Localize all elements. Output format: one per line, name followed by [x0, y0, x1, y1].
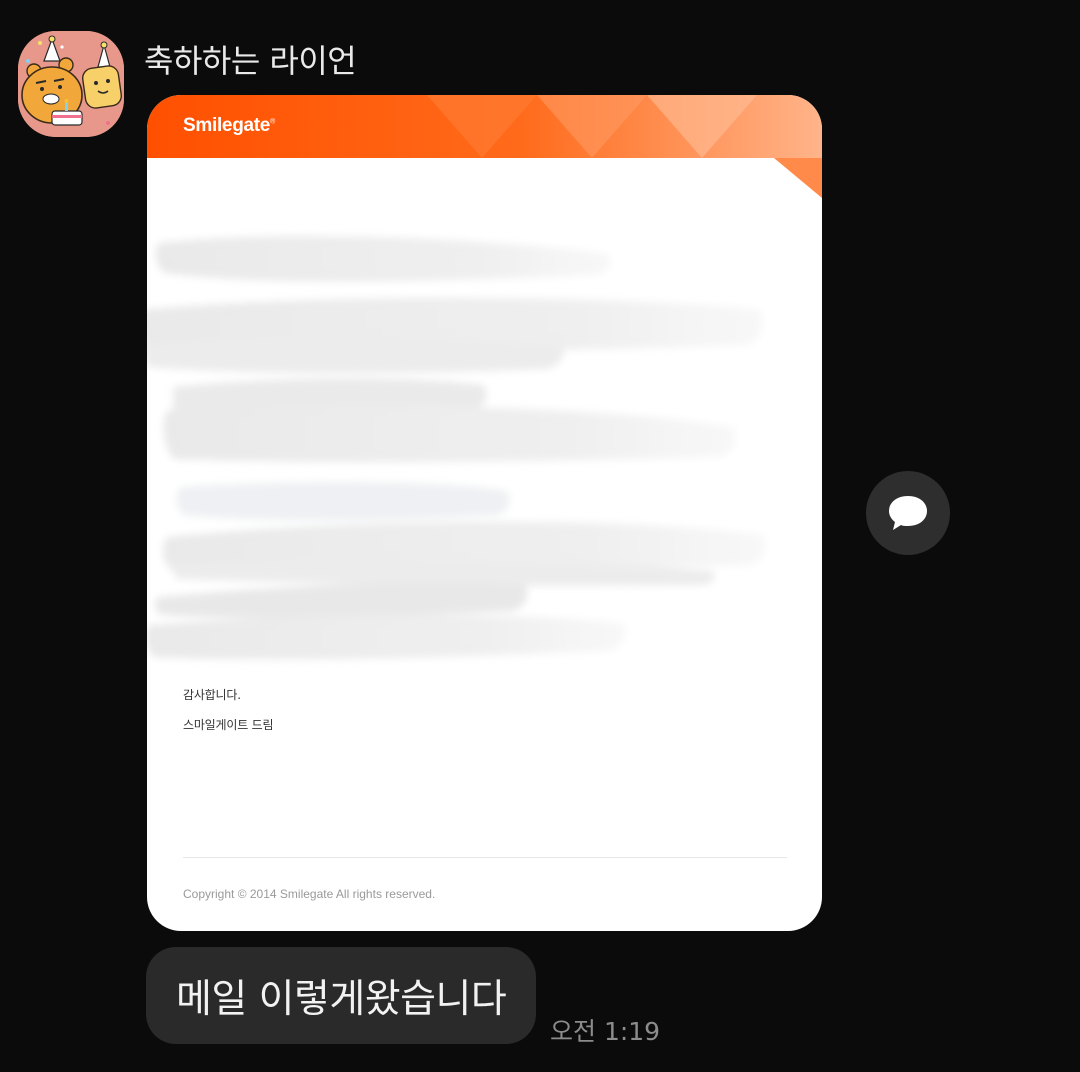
sender-name[interactable]: 축하하는 라이언 [144, 36, 357, 82]
chat-screen: 축하하는 라이언 Smilegate® 감사합니다. 스마일게이트 드림 Cop… [0, 0, 1080, 1072]
message-bubble[interactable]: 메일 이렇게왔습니다 [146, 947, 537, 1044]
speech-bubble-icon [889, 496, 927, 530]
reply-button[interactable] [866, 471, 950, 555]
mail-closing-thanks: 감사합니다. [183, 688, 241, 702]
sender-avatar[interactable] [18, 31, 124, 137]
redaction-smudges [147, 236, 766, 660]
ryan-character-icon [18, 31, 124, 137]
message-text: 메일 이렇게왔습니다 [176, 976, 507, 1022]
mail-footer-divider [183, 857, 787, 858]
mail-copyright: Copyright © 2014 Smilegate All rights re… [183, 887, 436, 901]
email-image-attachment[interactable]: Smilegate® 감사합니다. 스마일게이트 드림 Copyright © … [147, 95, 822, 931]
message-timestamp: 오전 1:19 [550, 1017, 661, 1046]
mail-signature: 스마일게이트 드림 [183, 718, 274, 732]
